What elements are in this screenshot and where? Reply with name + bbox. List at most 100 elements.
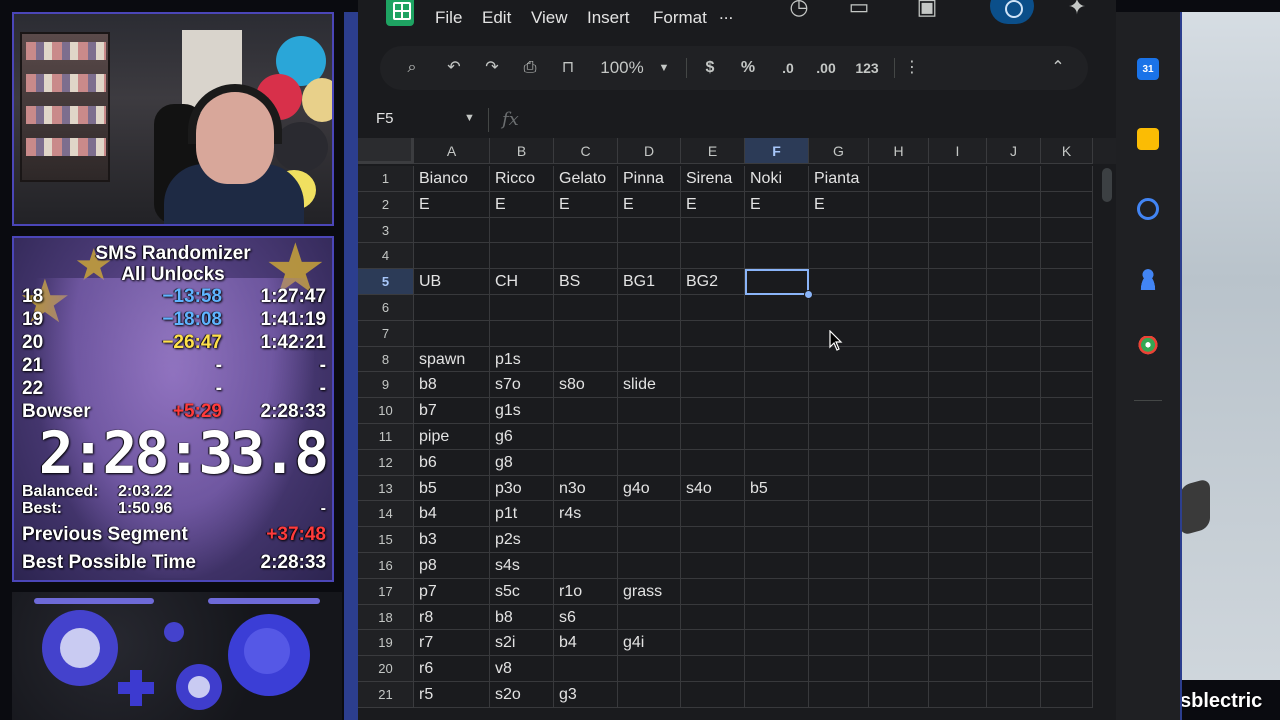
- cell-e2[interactable]: E: [681, 191, 745, 218]
- row-header[interactable]: 1: [358, 166, 414, 192]
- cell-j14[interactable]: [987, 501, 1041, 528]
- cell-g11[interactable]: [809, 424, 869, 450]
- vertical-scrollbar[interactable]: [1102, 168, 1112, 202]
- row-header[interactable]: 2: [358, 191, 414, 218]
- cell-h15[interactable]: [869, 527, 929, 553]
- cell-b16[interactable]: s4s: [490, 553, 554, 579]
- search-menus-icon[interactable]: ⌕: [400, 56, 424, 80]
- cell-h17[interactable]: [869, 578, 929, 605]
- column-header-k[interactable]: K: [1041, 138, 1093, 164]
- cell-f9[interactable]: [745, 372, 809, 399]
- cell-d16[interactable]: [618, 553, 681, 579]
- cell-b4[interactable]: [490, 243, 554, 270]
- cell-d20[interactable]: [618, 656, 681, 682]
- cell-a14[interactable]: b4: [414, 501, 490, 528]
- cell-a16[interactable]: p8: [414, 553, 490, 579]
- cell-b8[interactable]: p1s: [490, 346, 554, 373]
- increase-decimal-button[interactable]: .00: [808, 56, 844, 80]
- cell-j3[interactable]: [987, 217, 1041, 244]
- row-header[interactable]: 18: [358, 604, 414, 631]
- cell-j17[interactable]: [987, 578, 1041, 605]
- keep-icon[interactable]: [1137, 128, 1159, 150]
- cell-h18[interactable]: [869, 604, 929, 631]
- cell-f20[interactable]: [745, 656, 809, 682]
- fill-handle[interactable]: [804, 290, 813, 299]
- sheets-logo-icon[interactable]: [386, 0, 414, 26]
- row-header[interactable]: 7: [358, 320, 414, 347]
- row-header[interactable]: 9: [358, 372, 414, 399]
- cell-h13[interactable]: [869, 475, 929, 502]
- cell-d6[interactable]: [618, 295, 681, 321]
- cell-i1[interactable]: [929, 166, 987, 192]
- cell-j8[interactable]: [987, 346, 1041, 373]
- cell-h10[interactable]: [869, 398, 929, 424]
- cell-k21[interactable]: [1041, 682, 1093, 708]
- cell-d9[interactable]: slide: [618, 372, 681, 399]
- menu-more[interactable]: ...: [719, 4, 733, 24]
- cell-g18[interactable]: [809, 604, 869, 631]
- cell-c6[interactable]: [554, 295, 618, 321]
- cell-d5[interactable]: BG1: [618, 269, 681, 295]
- cell-f18[interactable]: [745, 604, 809, 631]
- cell-h9[interactable]: [869, 372, 929, 399]
- cell-d7[interactable]: [618, 320, 681, 347]
- cell-d2[interactable]: E: [618, 191, 681, 218]
- selected-cell-outline[interactable]: [745, 269, 809, 295]
- cell-f2[interactable]: E: [745, 191, 809, 218]
- cell-f13[interactable]: b5: [745, 475, 809, 502]
- cell-g9[interactable]: [809, 372, 869, 399]
- cell-i9[interactable]: [929, 372, 987, 399]
- cell-i4[interactable]: [929, 243, 987, 270]
- cell-g10[interactable]: [809, 398, 869, 424]
- cell-f8[interactable]: [745, 346, 809, 373]
- tasks-icon[interactable]: [1137, 198, 1159, 220]
- cell-h12[interactable]: [869, 449, 929, 476]
- comments-icon[interactable]: ▭: [846, 0, 872, 20]
- cell-k1[interactable]: [1041, 166, 1093, 192]
- cell-e5[interactable]: BG2: [681, 269, 745, 295]
- cell-k2[interactable]: [1041, 191, 1093, 218]
- cell-k4[interactable]: [1041, 243, 1093, 270]
- cell-k11[interactable]: [1041, 424, 1093, 450]
- undo-icon[interactable]: ↶: [442, 56, 466, 80]
- cell-j20[interactable]: [987, 656, 1041, 682]
- cell-k6[interactable]: [1041, 295, 1093, 321]
- cell-b3[interactable]: [490, 217, 554, 244]
- cell-k19[interactable]: [1041, 630, 1093, 657]
- cell-d14[interactable]: [618, 501, 681, 528]
- cell-b14[interactable]: p1t: [490, 501, 554, 528]
- cell-c5[interactable]: BS: [554, 269, 618, 295]
- cell-c11[interactable]: [554, 424, 618, 450]
- cell-i13[interactable]: [929, 475, 987, 502]
- cell-a12[interactable]: b6: [414, 449, 490, 476]
- cell-k3[interactable]: [1041, 217, 1093, 244]
- cell-a19[interactable]: r7: [414, 630, 490, 657]
- row-header[interactable]: 16: [358, 553, 414, 579]
- decrease-decimal-button[interactable]: .0: [772, 56, 804, 80]
- print-icon[interactable]: ⎙: [518, 56, 542, 80]
- cell-g14[interactable]: [809, 501, 869, 528]
- cell-a4[interactable]: [414, 243, 490, 270]
- cell-i20[interactable]: [929, 656, 987, 682]
- number-format-button[interactable]: 123: [850, 56, 884, 80]
- cell-j13[interactable]: [987, 475, 1041, 502]
- cell-e7[interactable]: [681, 320, 745, 347]
- cell-e3[interactable]: [681, 217, 745, 244]
- cell-c4[interactable]: [554, 243, 618, 270]
- cell-h1[interactable]: [869, 166, 929, 192]
- cell-k8[interactable]: [1041, 346, 1093, 373]
- cell-b1[interactable]: Ricco: [490, 166, 554, 192]
- column-header-j[interactable]: J: [987, 138, 1041, 164]
- cell-b21[interactable]: s2o: [490, 682, 554, 708]
- row-header[interactable]: 12: [358, 449, 414, 476]
- cell-e11[interactable]: [681, 424, 745, 450]
- name-box-chevron-down-icon[interactable]: ▼: [464, 112, 475, 124]
- spreadsheet-grid[interactable]: ABCDEFGHIJK 1 Bianco Ricco Gelato Pinna Siren…: [358, 138, 1116, 720]
- cell-i10[interactable]: [929, 398, 987, 424]
- cell-e12[interactable]: [681, 449, 745, 476]
- row-header[interactable]: 8: [358, 346, 414, 373]
- cell-h7[interactable]: [869, 320, 929, 347]
- row-header[interactable]: 19: [358, 630, 414, 657]
- cell-c13[interactable]: n3o: [554, 475, 618, 502]
- cell-i14[interactable]: [929, 501, 987, 528]
